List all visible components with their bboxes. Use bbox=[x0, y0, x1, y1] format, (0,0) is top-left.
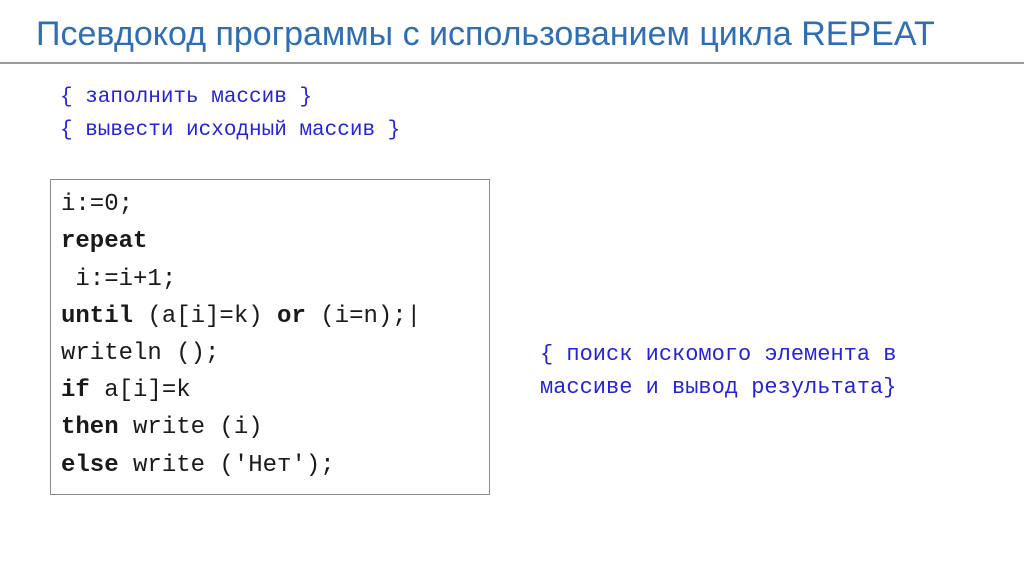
code-line-6: a[i]=k bbox=[90, 377, 191, 404]
code-line-3: i:=i+1; bbox=[61, 266, 176, 293]
kw-repeat: repeat bbox=[61, 228, 147, 255]
kw-or: or bbox=[277, 303, 306, 330]
code-line-1: i:=0; bbox=[61, 191, 133, 218]
code-line-4a: (a[i]=k) bbox=[133, 303, 277, 330]
code-line-4b: (i=n);| bbox=[306, 303, 421, 330]
kw-until: until bbox=[61, 303, 133, 330]
code-line-8: write ('Нет'); bbox=[119, 452, 335, 479]
side-comment: { поиск искомого элемента в массиве и вы… bbox=[540, 338, 960, 404]
kw-then: then bbox=[61, 414, 119, 441]
code-line-5: writeln (); bbox=[61, 340, 219, 367]
code-block: i:=0; repeat i:=i+1; until (a[i]=k) or (… bbox=[50, 179, 490, 495]
title-area: Псевдокод программы с использованием цик… bbox=[0, 0, 1024, 64]
kw-else: else bbox=[61, 452, 119, 479]
code-line-7: write (i) bbox=[119, 414, 263, 441]
kw-if: if bbox=[61, 377, 90, 404]
comment-print-array: { вывести исходный массив } bbox=[60, 115, 984, 148]
comment-fill-array: { заполнить массив } bbox=[60, 82, 984, 115]
slide: Псевдокод программы с использованием цик… bbox=[0, 0, 1024, 576]
top-comments: { заполнить массив } { вывести исходный … bbox=[0, 64, 1024, 155]
slide-title: Псевдокод программы с использованием цик… bbox=[36, 14, 988, 54]
